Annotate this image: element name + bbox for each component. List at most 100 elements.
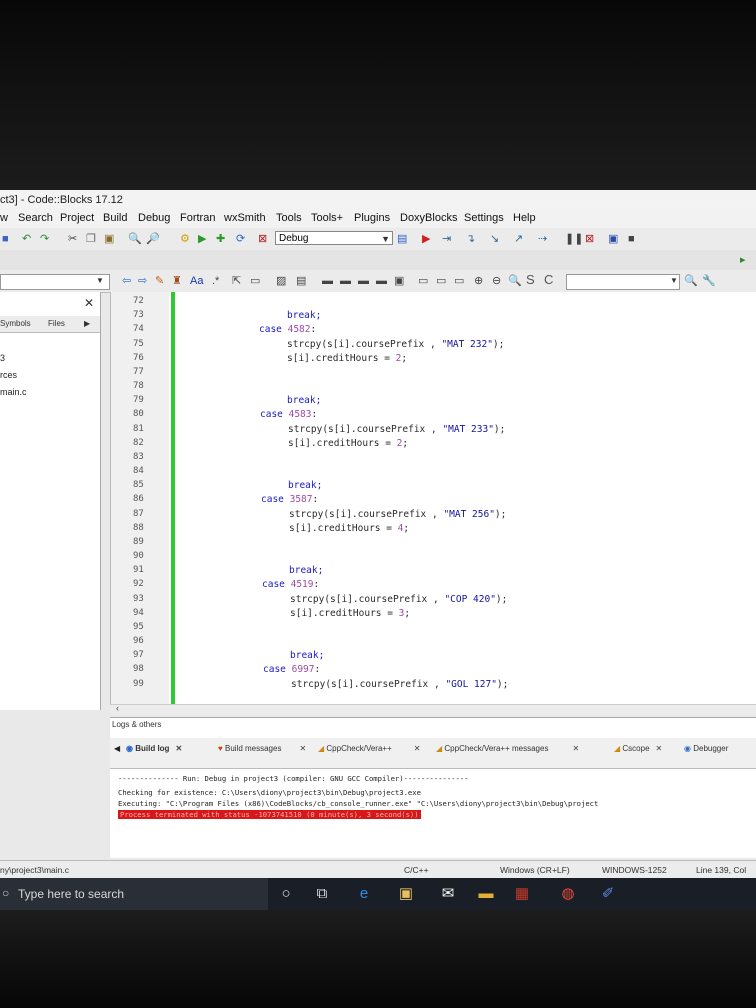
menu-settings[interactable]: Settings (464, 212, 504, 224)
back-arrow-icon[interactable]: ⇦ (122, 274, 131, 288)
bar-icon-5[interactable]: ▣ (394, 274, 404, 288)
menu-debug[interactable]: Debug (138, 212, 170, 224)
tab-cscope[interactable]: ◢ Cscope ✕ (614, 744, 662, 753)
box-icon-1[interactable]: ▭ (418, 274, 428, 288)
file-explorer-icon[interactable]: ▬ (476, 884, 496, 904)
paste-icon[interactable]: ▣ (104, 232, 114, 246)
tab-cppcheck[interactable]: ◢ CppCheck/Vera++ ✕ (318, 744, 420, 753)
arrow-right-icon[interactable]: ▸ (740, 253, 746, 267)
doc-icon[interactable]: ▤ (296, 274, 306, 288)
close-icon[interactable]: ✕ (656, 744, 663, 753)
taskbar-search-box[interactable]: ○ Type here to search (0, 878, 268, 910)
menu-tools-plus[interactable]: Tools+ (311, 212, 343, 224)
stop-debug-icon[interactable]: ⊠ (585, 232, 594, 246)
debug-icon[interactable]: ▶ (422, 232, 430, 246)
menu-fortran[interactable]: Fortran (180, 212, 215, 224)
undo-icon[interactable]: ↶ (22, 232, 31, 246)
keyword: case (259, 324, 288, 335)
abort-icon[interactable]: ⊠ (258, 232, 267, 246)
copy-icon[interactable]: ❐ (86, 232, 96, 246)
tab-files[interactable]: Files (48, 319, 65, 328)
zoom-in-icon[interactable]: ⊕ (474, 274, 483, 288)
zoom-out-icon[interactable]: ⊖ (492, 274, 501, 288)
bar-icon-2[interactable]: ▬ (340, 274, 351, 288)
tab-cppcheck-messages[interactable]: ◢ CppCheck/Vera++ messages ✕ (436, 744, 579, 753)
highlight-icon[interactable]: ✎ (155, 274, 164, 288)
close-icon[interactable]: ✕ (414, 744, 421, 753)
next-line-icon[interactable]: ↴ (466, 232, 475, 246)
symbol-s-icon[interactable]: S (526, 273, 535, 287)
cursor-icon[interactable]: ⇱ (232, 274, 241, 288)
box-icon-3[interactable]: ▭ (454, 274, 464, 288)
close-icon[interactable]: ✕ (299, 744, 306, 753)
symbol-c-icon[interactable]: C (544, 273, 553, 287)
bookmark-icon[interactable]: ♜ (172, 274, 182, 288)
code-editor[interactable]: 72 73 74 75 76 77 78 79 80 81 82 83 84 8… (110, 292, 756, 704)
replace-icon[interactable]: 🔎 (146, 232, 160, 246)
box-icon-2[interactable]: ▭ (436, 274, 446, 288)
build-icon[interactable]: ⚙ (180, 232, 190, 246)
run-icon[interactable]: ▶ (198, 232, 206, 246)
step-into-icon[interactable]: ↘ (490, 232, 499, 246)
build-run-icon[interactable]: ✚ (216, 232, 225, 246)
run-to-cursor-icon[interactable]: ⇥ (442, 232, 451, 246)
find-icon[interactable]: 🔍 (128, 232, 142, 246)
edge-icon[interactable]: e (354, 884, 374, 904)
rebuild-icon[interactable]: ⟳ (236, 232, 245, 246)
search-icon[interactable]: 🔍 (684, 274, 698, 288)
menu-doxyblocks[interactable]: DoxyBlocks (400, 212, 457, 224)
paint-icon[interactable]: ✐ (598, 884, 618, 904)
tree-item-sources[interactable]: rces (0, 367, 27, 384)
target-settings-icon[interactable]: ▤ (397, 232, 407, 246)
menu-wxsmith[interactable]: wxSmith (224, 212, 266, 224)
menu-search[interactable]: Search (18, 212, 53, 224)
cortana-icon[interactable]: ○ (276, 884, 296, 904)
tab-build-log[interactable]: ◉ Build log ✕ (126, 744, 182, 753)
chrome-icon[interactable]: ◍ (558, 884, 578, 904)
task-view-icon[interactable]: ⧉ (312, 884, 332, 904)
build-target-select[interactable]: Debug ▼ (275, 231, 393, 245)
menu-project[interactable]: Project (60, 212, 94, 224)
menu-view[interactable]: w (0, 212, 8, 224)
redo-icon[interactable]: ↷ (40, 232, 49, 246)
forward-arrow-icon[interactable]: ⇨ (138, 274, 147, 288)
editor-horizontal-scrollbar[interactable]: ‹ (110, 703, 756, 715)
tab-debugger[interactable]: ◉ Debugger (684, 744, 728, 753)
open-icon[interactable]: ■ (2, 232, 9, 246)
debug-windows-icon[interactable]: ▣ (608, 232, 618, 246)
pause-icon[interactable]: ❚❚ (565, 232, 583, 246)
close-icon[interactable]: ✕ (572, 744, 579, 753)
menu-plugins[interactable]: Plugins (354, 212, 390, 224)
tree-item-project[interactable]: 3 (0, 350, 27, 367)
image-icon[interactable]: ▨ (276, 274, 286, 288)
next-instruction-icon[interactable]: ⇢ (538, 232, 547, 246)
bar-icon-1[interactable]: ▬ (322, 274, 333, 288)
scroll-left-icon[interactable]: ‹ (116, 703, 119, 713)
mail-icon[interactable]: ✉ (438, 884, 458, 904)
tab-build-messages[interactable]: ♥ Build messages ✕ (218, 744, 306, 753)
line-number-gutter: 72 73 74 75 76 77 78 79 80 81 82 83 84 8… (111, 292, 169, 704)
frame-icon[interactable]: ▭ (250, 274, 260, 288)
close-icon[interactable]: ✕ (175, 744, 182, 753)
step-out-icon[interactable]: ↗ (514, 232, 523, 246)
regex-icon[interactable]: .* (212, 274, 219, 288)
bar-icon-4[interactable]: ▬ (376, 274, 387, 288)
menu-tools[interactable]: Tools (276, 212, 302, 224)
info-icon[interactable]: ■ (628, 232, 635, 246)
match-case-icon[interactable]: Aa (190, 274, 203, 288)
settings-icon[interactable]: 🔧 (702, 274, 716, 288)
menu-help[interactable]: Help (513, 212, 536, 224)
cut-icon[interactable]: ✂ (68, 232, 77, 246)
zoom-icon[interactable]: 🔍 (508, 274, 522, 288)
tab-scroll-right-icon[interactable]: ▶ (84, 319, 90, 328)
tab-symbols[interactable]: Symbols (0, 319, 31, 328)
tree-item-main-c[interactable]: main.c (0, 384, 27, 401)
scope-combo[interactable] (0, 274, 110, 290)
tabs-scroll-left-icon[interactable]: ◀ (114, 744, 120, 753)
store-icon[interactable]: ▣ (396, 884, 416, 904)
code-search-combo[interactable] (566, 274, 680, 290)
menu-build[interactable]: Build (103, 212, 127, 224)
bar-icon-3[interactable]: ▬ (358, 274, 369, 288)
close-icon[interactable]: ✕ (84, 296, 94, 310)
codeblocks-icon[interactable]: ▦ (512, 884, 532, 904)
